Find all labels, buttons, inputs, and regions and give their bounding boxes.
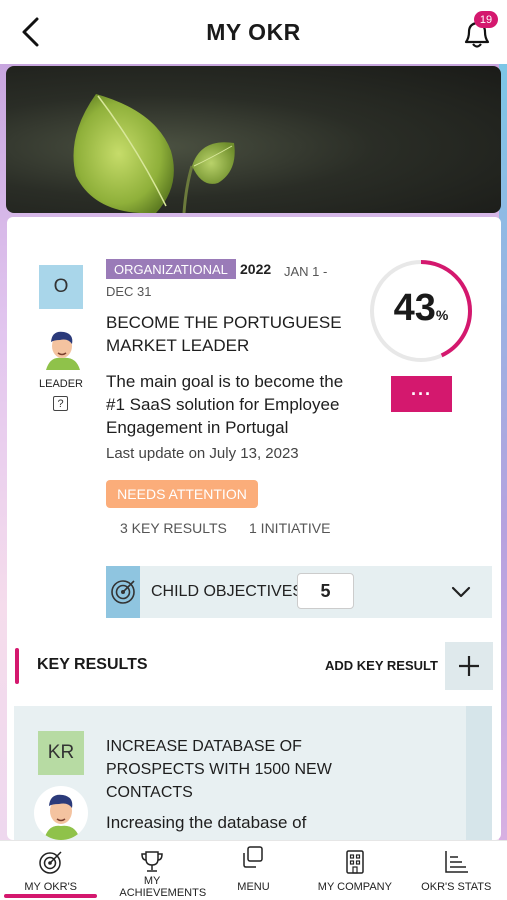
page-title: MY OKR xyxy=(206,18,301,45)
progress-value: 43% xyxy=(368,287,474,330)
tab-okrs-stats[interactable]: OKR'S STATS xyxy=(406,841,507,900)
trophy-icon xyxy=(141,851,163,872)
objective-description: The main goal is to become the #1 SaaS s… xyxy=(106,372,344,437)
key-result-avatar xyxy=(34,786,88,840)
key-result-initial: KR xyxy=(38,731,84,775)
tab-label: MY COMPANY xyxy=(317,881,392,893)
app-header: MY OKR 19 xyxy=(0,0,507,64)
tab-menu[interactable]: MENU xyxy=(203,841,304,900)
child-objectives-label: CHILD OBJECTIVES xyxy=(151,583,304,600)
bottom-tab-bar: MY OKR'S MY ACHIEVEMENTS MENU MY COMPANY xyxy=(0,840,507,900)
leader-label: LEADER xyxy=(38,378,84,390)
leaf-illustration xyxy=(73,94,235,213)
key-result-title: INCREASE DATABASE OF PROSPECTS WITH 1500… xyxy=(106,738,332,801)
tab-my-achievements[interactable]: MY ACHIEVEMENTS xyxy=(101,841,207,900)
target-icon xyxy=(38,851,62,874)
bar-chart-icon xyxy=(445,851,469,873)
avatar-icon xyxy=(44,794,80,840)
help-icon[interactable]: ? xyxy=(53,396,68,411)
chevron-down-icon xyxy=(451,586,471,598)
objective-title[interactable]: BECOME THE PORTUGUESE MARKET LEADER xyxy=(106,311,346,357)
child-objectives-count: 5 xyxy=(297,573,354,609)
last-update-text: Last update on July 13, 2023 xyxy=(106,445,299,462)
add-key-result-button[interactable] xyxy=(445,642,493,690)
target-icon xyxy=(111,580,135,604)
plus-icon xyxy=(459,656,479,676)
tab-label: MY OKR'S xyxy=(24,881,78,893)
key-result-card-side xyxy=(466,706,492,840)
child-objectives-toggle[interactable]: CHILD OBJECTIVES 5 xyxy=(106,566,492,618)
tab-my-company[interactable]: MY COMPANY xyxy=(304,841,405,900)
objective-year: 2022 xyxy=(240,261,272,277)
key-results-heading: KEY RESULTS xyxy=(37,656,148,673)
key-results-count: 3 KEY RESULTS xyxy=(120,520,227,536)
chevron-left-icon xyxy=(22,17,39,47)
tab-label: MENU xyxy=(237,881,270,893)
building-icon xyxy=(346,850,364,874)
add-key-result-label[interactable]: ADD KEY RESULT xyxy=(325,658,438,673)
more-options-button[interactable]: ··· xyxy=(391,376,452,412)
tab-label: OKR'S STATS xyxy=(421,881,492,893)
active-tab-indicator xyxy=(4,894,97,898)
section-accent xyxy=(15,648,19,684)
windows-icon xyxy=(243,846,264,868)
progress-unit: % xyxy=(435,307,449,323)
key-result-description: Increasing the database of xyxy=(106,813,307,832)
status-badge: NEEDS ATTENTION xyxy=(106,480,258,508)
initiatives-count: 1 INITIATIVE xyxy=(249,520,331,536)
avatar-icon xyxy=(46,331,80,370)
child-objectives-icon-box xyxy=(106,566,140,618)
tab-label: MY ACHIEVEMENTS xyxy=(119,875,207,899)
owner-initial-box: O xyxy=(39,265,83,309)
hero-image xyxy=(6,66,501,213)
progress-number: 43 xyxy=(393,287,436,329)
back-button[interactable] xyxy=(14,14,46,50)
leader-avatar xyxy=(40,326,84,370)
objective-type-tag: ORGANIZATIONAL xyxy=(106,259,236,279)
notification-badge: 19 xyxy=(474,11,498,28)
tab-my-okrs[interactable]: MY OKR'S xyxy=(0,841,101,900)
